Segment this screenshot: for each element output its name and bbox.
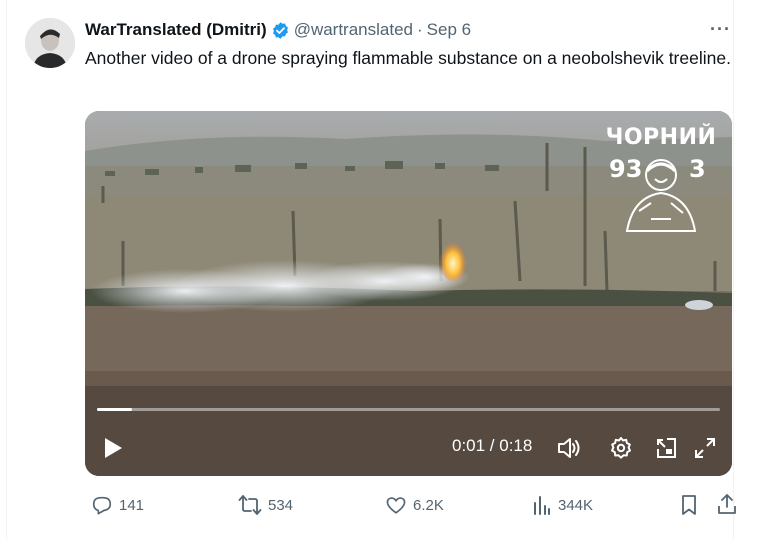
watermark-number-right: 3 — [689, 155, 706, 183]
settings-icon[interactable] — [609, 436, 633, 460]
video-time: 0:01 / 0:18 — [452, 436, 533, 455]
reply-button[interactable]: 141 — [91, 494, 144, 516]
fullscreen-icon[interactable] — [693, 436, 717, 460]
reply-icon — [92, 496, 112, 515]
share-icon — [718, 494, 736, 514]
like-count: 6.2K — [413, 496, 444, 514]
view-count: 344K — [558, 496, 594, 514]
views-button[interactable]: 344K — [532, 494, 593, 516]
play-icon[interactable] — [103, 437, 123, 459]
reply-count: 141 — [119, 496, 145, 514]
analytics-icon — [534, 496, 550, 515]
video-controls: 0:01 / 0:18 — [85, 429, 732, 469]
repost-icon — [238, 495, 262, 515]
heart-icon — [386, 497, 406, 514]
pip-icon[interactable] — [654, 436, 678, 460]
repost-button[interactable]: 534 — [238, 494, 293, 516]
avatar-image — [25, 18, 75, 68]
bookmark-button[interactable] — [679, 494, 699, 516]
like-button[interactable]: 6.2K — [385, 494, 444, 516]
tweet-text: Another video of a drone spraying flamma… — [85, 48, 731, 68]
share-button[interactable] — [716, 493, 738, 515]
tweet-header: WarTranslated (Dmitri) @wartranslated · … — [85, 20, 471, 40]
watermark-number-left: 93 — [609, 155, 643, 183]
display-name[interactable]: WarTranslated (Dmitri) — [85, 20, 267, 40]
avatar[interactable] — [25, 18, 75, 68]
tweet-card[interactable]: WarTranslated (Dmitri) @wartranslated · … — [6, 0, 738, 539]
repost-count: 534 — [268, 496, 294, 514]
volume-icon[interactable] — [556, 436, 582, 460]
user-handle[interactable]: @wartranslated — [294, 20, 413, 40]
watermark-name: ЧОРНИЙ — [605, 125, 717, 150]
bookmark-icon — [682, 495, 696, 515]
channel-watermark: ЧОРНИЙ 93 3 — [601, 125, 721, 232]
verified-badge-icon[interactable] — [271, 21, 290, 40]
video-progress-bar[interactable] — [97, 408, 720, 411]
tweet-actions: 141 534 6.2K 344K — [85, 492, 738, 518]
video-progress-fill — [97, 408, 132, 411]
tweet-date[interactable]: Sep 6 — [427, 20, 471, 40]
video-player[interactable]: ЧОРНИЙ 93 3 0:01 / 0:18 — [85, 111, 732, 476]
more-options-icon[interactable]: ··· — [710, 19, 731, 40]
separator-dot: · — [417, 20, 423, 39]
